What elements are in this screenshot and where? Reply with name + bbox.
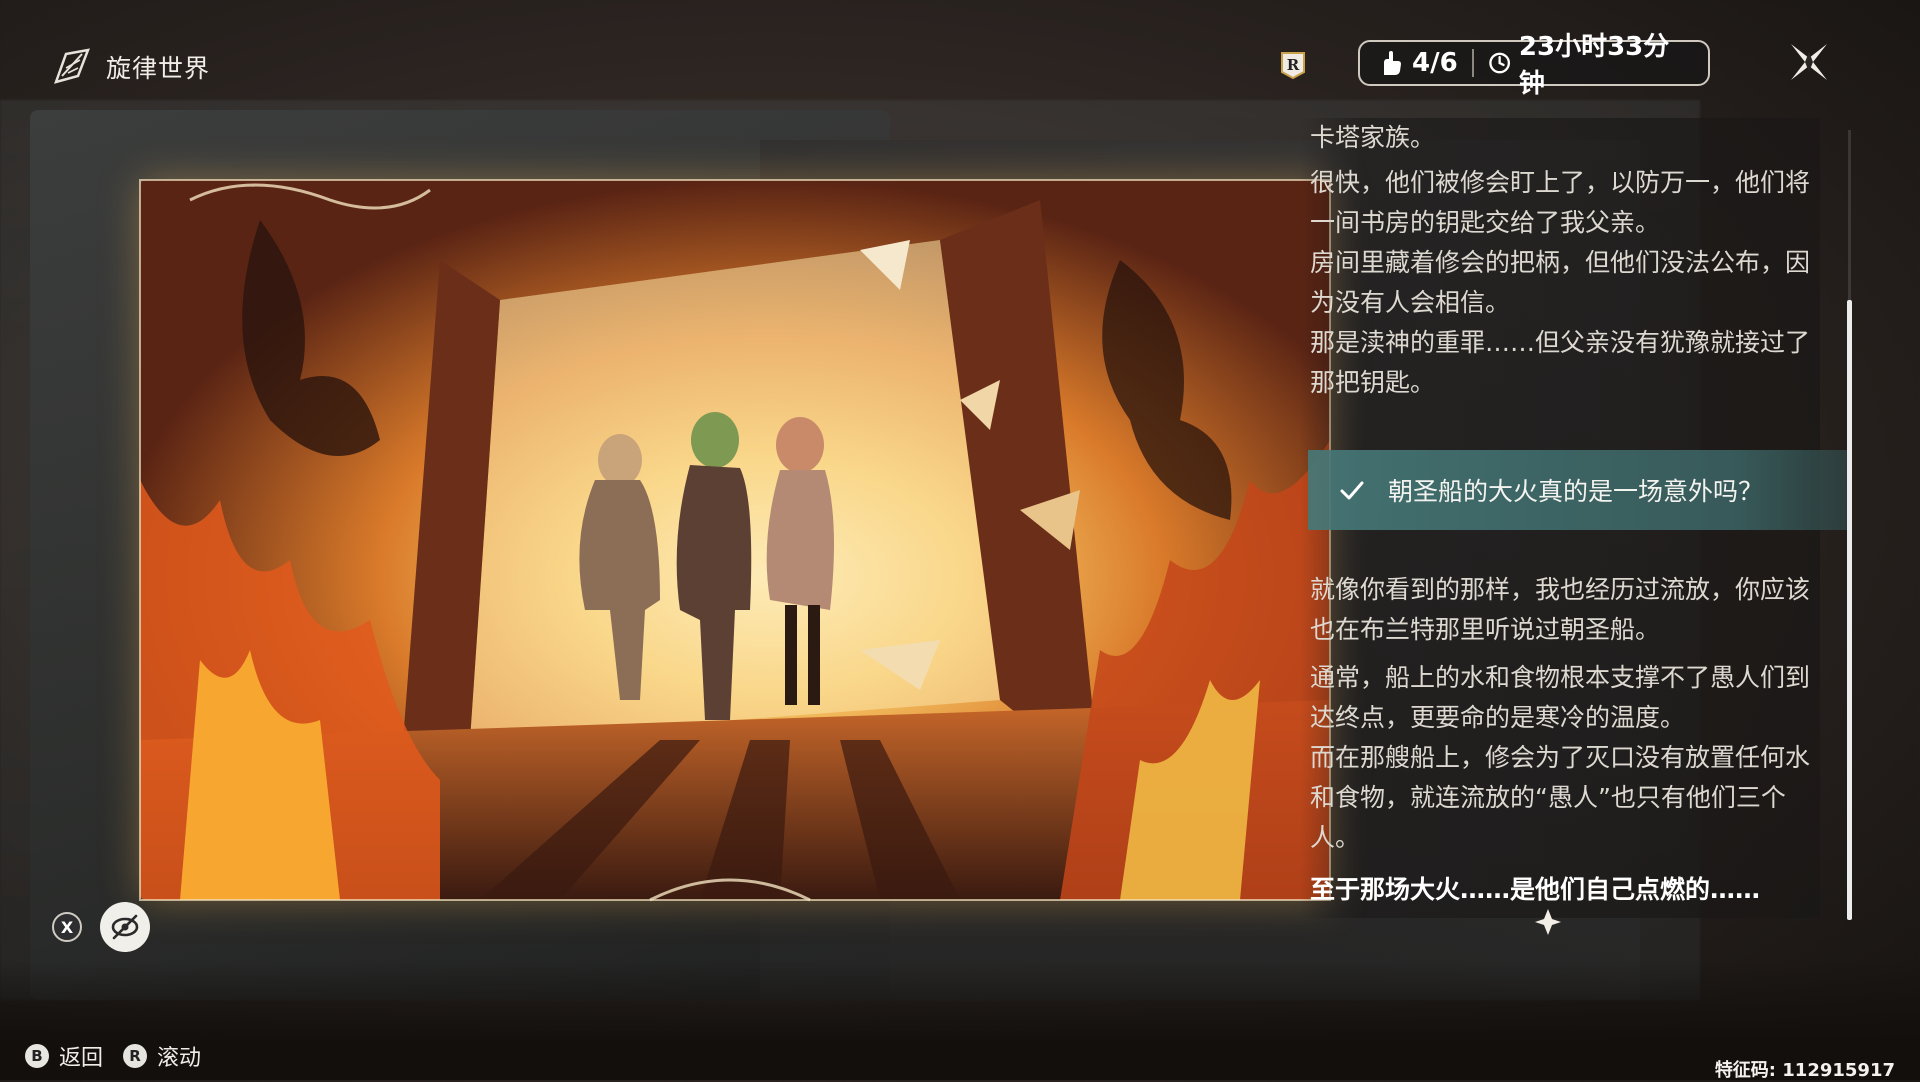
r-badge-icon[interactable]: R xyxy=(1278,50,1308,80)
figures xyxy=(579,412,834,720)
background-shadow xyxy=(0,960,1920,1080)
status-pill: 4/6 23小时33分钟 xyxy=(1358,32,1710,99)
counter-value: 4/6 xyxy=(1412,48,1458,78)
story-text-panel-lower[interactable]: 就像你看到的那样，我也经历过流放，你应该也在布兰特那里听说过朝圣船。 通常，船上… xyxy=(1300,570,1820,920)
eye-slash-icon xyxy=(111,914,139,940)
control-hints: B 返回 R 滚动 xyxy=(25,1040,201,1072)
r-key-icon: R xyxy=(123,1044,148,1068)
b-key-icon: B xyxy=(25,1044,49,1068)
dialogue-choice[interactable]: 朝圣船的大火真的是一场意外吗？ xyxy=(1308,450,1848,530)
story-paragraph: 就像你看到的那样，我也经历过流放，你应该也在布兰特那里听说过朝圣船。 xyxy=(1310,575,1811,644)
scrollbar-thumb[interactable] xyxy=(1847,300,1852,920)
x-key-button[interactable]: X xyxy=(52,912,82,942)
quill-book-icon xyxy=(54,48,90,84)
hand-icon xyxy=(1384,51,1401,75)
story-paragraph-emphasis: 至于那场大火……是他们自己点燃的…… xyxy=(1310,875,1761,904)
back-label: 返回 xyxy=(59,1046,104,1071)
story-paragraph: 很快，他们被修会盯上了，以防万一，他们将一间书房的钥匙交给了我父亲。 房间里藏着… xyxy=(1310,168,1811,397)
feature-code: 特征码: 112915917 xyxy=(1714,1060,1895,1081)
progress-counter: 4/6 xyxy=(1378,48,1458,78)
status-divider xyxy=(1471,49,1474,77)
title-text: 旋律世界 xyxy=(106,54,211,83)
back-hint[interactable]: B 返回 xyxy=(25,1040,103,1072)
story-paragraph: 卡塔家族。 xyxy=(1310,123,1436,152)
check-icon xyxy=(1340,481,1364,500)
hide-ui-button[interactable] xyxy=(100,902,150,952)
choice-label: 朝圣船的大火真的是一场意外吗？ xyxy=(1388,477,1764,506)
clock-icon xyxy=(1488,52,1510,74)
scroll-label: 滚动 xyxy=(157,1046,202,1071)
story-paragraph: 通常，船上的水和食物根本支撑不了愚人们到达终点，更要命的是寒冷的温度。 而在那艘… xyxy=(1310,663,1811,852)
scroll-hint[interactable]: R 滚动 xyxy=(123,1040,201,1072)
story-illustration xyxy=(140,180,1330,900)
continue-diamond-icon xyxy=(1535,909,1561,935)
timer-value: 23小时33分钟 xyxy=(1518,32,1670,99)
burning-ship-scene xyxy=(140,180,1330,900)
page-title: 旋律世界 xyxy=(52,46,210,88)
close-icon[interactable] xyxy=(1783,36,1835,88)
timer: 23小时33分钟 xyxy=(1488,26,1690,100)
svg-text:R: R xyxy=(1287,56,1300,74)
